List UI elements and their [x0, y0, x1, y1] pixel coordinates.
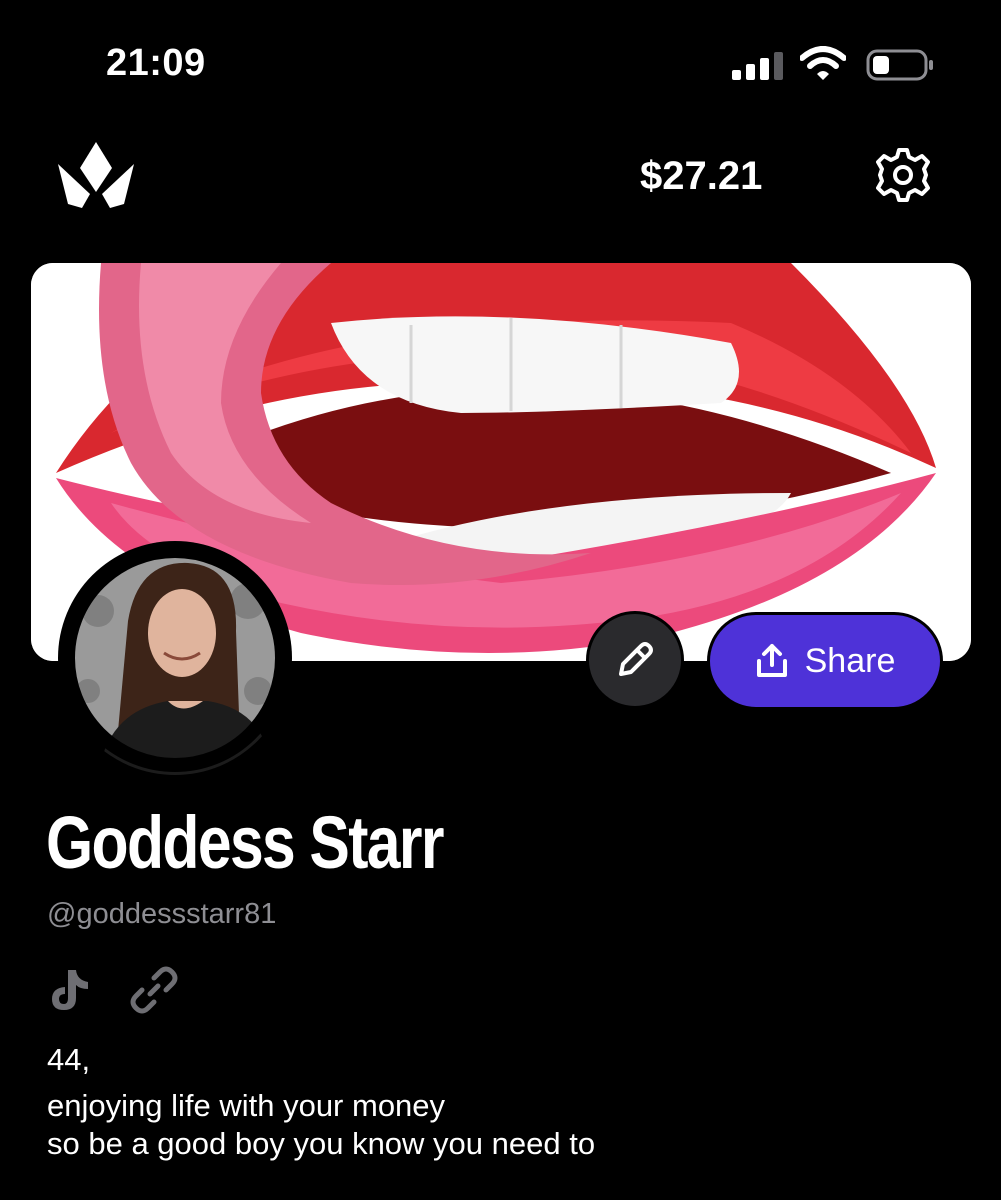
- profile-photo: [61, 544, 289, 775]
- link-icon[interactable]: [128, 964, 180, 1016]
- upload-share-icon: [756, 644, 787, 677]
- battery-low-icon: [866, 49, 933, 81]
- bio-line: 44,: [47, 1042, 91, 1077]
- crown-logo-icon[interactable]: [54, 138, 138, 212]
- gear-icon[interactable]: [874, 146, 932, 204]
- username: @goddessstarr81: [47, 898, 277, 930]
- share-button-label: Share: [804, 641, 896, 680]
- status-time: 21:09: [106, 42, 206, 84]
- pencil-icon: [619, 642, 653, 676]
- tiktok-icon[interactable]: [46, 966, 94, 1012]
- cellular-signal-icon: [732, 52, 783, 80]
- edit-profile-button[interactable]: [586, 611, 684, 709]
- display-name: Goddess Starr: [46, 801, 444, 884]
- share-button[interactable]: Share: [707, 612, 943, 710]
- bio-line: so be a good boy you know you need to: [47, 1126, 596, 1161]
- wallet-balance[interactable]: $27.21: [640, 154, 762, 199]
- bio-line: enjoying life with your money: [47, 1088, 446, 1123]
- wifi-icon: [800, 46, 846, 80]
- avatar[interactable]: [58, 541, 292, 775]
